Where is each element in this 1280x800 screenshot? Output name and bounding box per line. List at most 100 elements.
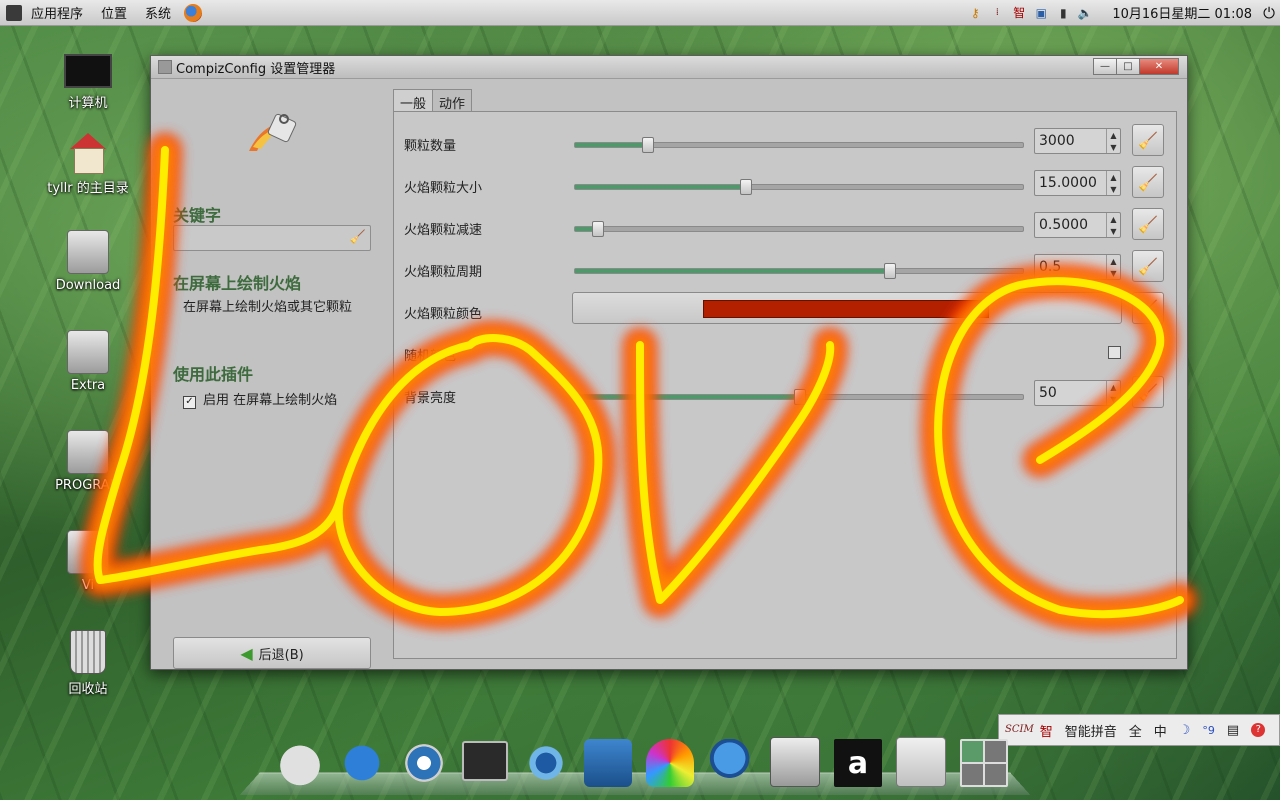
enable-plugin-label: 启用 在屏幕上绘制火焰 [203, 393, 338, 408]
enable-plugin-checkbox[interactable]: ✓ [183, 396, 196, 409]
workspace-icon[interactable] [960, 739, 1008, 787]
particle-count-spinbox[interactable]: 3000 ▲ ▼ [1034, 128, 1121, 154]
dock: a [262, 735, 1022, 795]
ime-engine-name[interactable]: 智能拼音 [1065, 721, 1117, 740]
spin-arrows-icon[interactable]: ▲ ▼ [1106, 255, 1120, 279]
foot-icon[interactable] [6, 4, 22, 21]
particle-color-button[interactable] [572, 292, 1122, 324]
ime-sc-icon[interactable]: ⁞ [989, 5, 1005, 21]
computer-icon [64, 54, 112, 88]
network-icon[interactable]: ▣ [1033, 5, 1049, 21]
search-input[interactable]: 🧹 [173, 225, 371, 251]
setting-label: 颗粒数量 [404, 139, 457, 154]
spin-arrows-icon[interactable]: ▲ ▼ [1106, 129, 1120, 153]
full-width-toggle[interactable]: 全 [1129, 721, 1142, 740]
random-color-checkbox[interactable] [1108, 346, 1121, 359]
particle-slowdown-spinbox[interactable]: 0.5000 ▲ ▼ [1034, 212, 1121, 238]
spin-arrows-icon[interactable]: ▲ ▼ [1106, 213, 1120, 237]
particle-life-spinbox[interactable]: 0.5 ▲ ▼ [1034, 254, 1121, 280]
ime-zhi-icon[interactable]: 智 [1040, 721, 1053, 740]
enable-plugin-row[interactable]: ✓ 启用 在屏幕上绘制火焰 [183, 393, 373, 409]
a-icon[interactable]: a [834, 739, 882, 787]
desktop-icon-computer[interactable]: 计算机 [33, 50, 143, 111]
setting-row-particle-color: 火焰颗粒颜色 🧹 [404, 292, 1166, 327]
reset-particle-life-button[interactable]: 🧹 [1132, 250, 1164, 282]
spinbox-value: 3000 [1039, 133, 1075, 149]
setting-row-particle-slowdown: 火焰颗粒减速 0.5000 ▲ ▼ 🧹 [404, 208, 1166, 243]
moon-icon[interactable]: ☽ [1179, 723, 1191, 738]
console-icon[interactable] [462, 741, 508, 781]
setting-label: 火焰颗粒颜色 [404, 307, 483, 322]
ime-zhi-icon[interactable]: 智 [1011, 5, 1027, 21]
desktop-icon-vista[interactable]: Vi [33, 530, 143, 593]
close-button[interactable]: ✕ [1139, 58, 1179, 75]
spinbox-value: 0.5 [1039, 259, 1062, 275]
desktop-icon-extra[interactable]: Extra [33, 330, 143, 393]
punctuation-toggle[interactable]: °9 [1202, 724, 1215, 737]
firefox-icon[interactable] [708, 739, 756, 787]
home-icon [67, 133, 109, 174]
slider-handle[interactable] [794, 389, 806, 405]
keys-icon[interactable]: ⚷ [967, 5, 983, 21]
enable-heading: 使用此插件 [173, 365, 254, 384]
volume-icon[interactable]: 🔈 [1077, 5, 1093, 21]
maximize-button[interactable]: □ [1116, 58, 1140, 75]
reset-particle-slowdown-button[interactable]: 🧹 [1132, 208, 1164, 240]
reset-particle-size-button[interactable]: 🧹 [1132, 166, 1164, 198]
spinbox-value: 15.0000 [1039, 175, 1097, 191]
back-button[interactable]: ◀ 后退(B) [173, 637, 371, 669]
window-title: CompizConfig 设置管理器 [176, 61, 336, 77]
network-manager-icon[interactable] [522, 739, 570, 787]
system-tray: ⚷ ⁞ 智 ▣ ▮ 🔈 10月16日星期二 01:08 ⏻ [964, 0, 1280, 25]
desktop-icon-home[interactable]: tyllr 的主目录 [33, 133, 143, 196]
battery-icon[interactable]: ▮ [1055, 5, 1071, 21]
desktop-icon-label: Download [55, 278, 121, 293]
clear-search-icon[interactable]: 🧹 [350, 230, 366, 245]
setting-row-particle-life: 火焰颗粒周期 0.5 ▲ ▼ 🧹 [404, 250, 1166, 285]
desktop-icon-program[interactable]: PROGRAM [33, 430, 143, 493]
setup-icon[interactable]: ▤ [1227, 723, 1239, 738]
window-titlebar[interactable]: CompizConfig 设置管理器 — □ ✕ [151, 56, 1187, 79]
globe-icon[interactable] [584, 739, 632, 787]
spin-arrows-icon[interactable]: ▲ ▼ [1106, 171, 1120, 195]
menu-system[interactable]: 系统 [136, 3, 180, 22]
menu-applications[interactable]: 应用程序 [22, 3, 92, 22]
settings-panel: 颗粒数量 3000 ▲▼ 🧹 火焰颗粒大小 15.0000 ▲▼ 🧹 火焰颗 [393, 111, 1177, 659]
minimize-button[interactable]: — [1093, 58, 1117, 75]
spin-arrows-icon[interactable]: ▲ ▼ [1106, 381, 1120, 405]
settings-icon[interactable] [896, 737, 946, 787]
desktop-icon-download[interactable]: Download [33, 230, 143, 293]
reset-bg-brightness-button[interactable]: 🧹 [1132, 376, 1164, 408]
particle-size-slider[interactable] [574, 179, 1024, 195]
bg-brightness-slider[interactable] [574, 389, 1024, 405]
desktop-icon-trash[interactable]: 回收站 [33, 630, 143, 697]
photo-icon[interactable] [646, 739, 694, 787]
bg-brightness-spinbox[interactable]: 50 ▲ ▼ [1034, 380, 1121, 406]
spinbox-value: 0.5000 [1039, 217, 1088, 233]
particle-size-spinbox[interactable]: 15.0000 ▲ ▼ [1034, 170, 1121, 196]
scim-logo[interactable]: SCIM [1005, 725, 1034, 735]
power-icon[interactable]: ⏻ [1261, 4, 1277, 22]
reset-particle-color-button[interactable]: 🧹 [1132, 292, 1164, 324]
firefox-launcher-icon[interactable] [184, 3, 203, 22]
term-icon[interactable] [400, 739, 448, 787]
particle-slowdown-slider[interactable] [574, 221, 1024, 237]
ie-icon[interactable] [338, 739, 386, 787]
broom-icon: 🧹 [1138, 298, 1158, 318]
slider-handle[interactable] [592, 221, 605, 237]
setting-label: 随机颜色 [404, 349, 457, 364]
language-toggle[interactable]: 中 [1154, 721, 1167, 740]
particle-life-slider[interactable] [574, 263, 1024, 279]
particle-count-slider[interactable] [574, 137, 1024, 153]
help-icon[interactable]: ? [1251, 723, 1266, 737]
clock[interactable]: 10月16日星期二 01:08 [1112, 3, 1252, 22]
drive-icon[interactable] [770, 737, 820, 787]
apple-icon[interactable] [276, 739, 324, 787]
slider-handle[interactable] [740, 179, 753, 195]
menu-places[interactable]: 位置 [92, 3, 136, 22]
slider-handle[interactable] [641, 137, 654, 153]
slider-handle[interactable] [883, 263, 896, 279]
reset-particle-count-button[interactable]: 🧹 [1132, 124, 1164, 156]
setting-label: 火焰颗粒减速 [404, 223, 483, 238]
desktop-icon-label: Vi [81, 578, 95, 593]
